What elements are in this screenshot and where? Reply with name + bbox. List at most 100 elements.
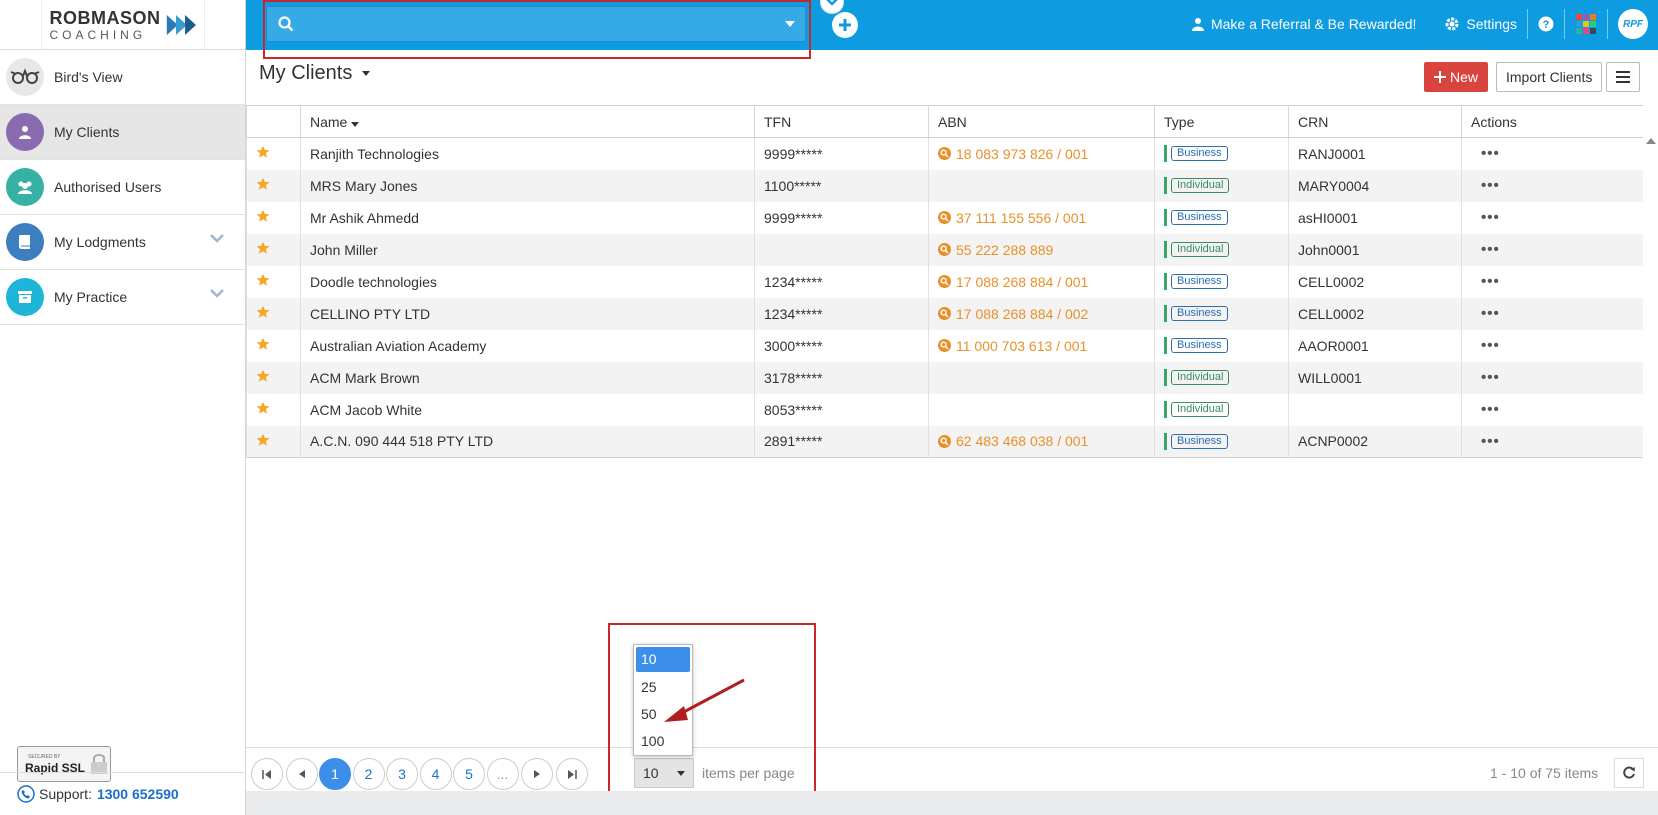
abn-lookup-link[interactable]: 17 088 268 884 / 002 <box>938 306 1154 322</box>
favorite-cell[interactable] <box>246 233 301 266</box>
client-name-cell[interactable]: Australian Aviation Academy <box>300 329 755 362</box>
more-actions-icon[interactable]: ••• <box>1471 177 1500 194</box>
table-row[interactable]: Mr Ashik Ahmedd 9999***** 37 111 155 556… <box>246 201 1643 234</box>
star-icon[interactable] <box>256 209 270 223</box>
client-search-select[interactable] <box>266 6 806 42</box>
search-input[interactable] <box>302 9 785 39</box>
chevron-down-icon[interactable] <box>209 288 225 298</box>
star-icon[interactable] <box>256 273 270 287</box>
more-actions-icon[interactable]: ••• <box>1471 273 1500 290</box>
name-column-header[interactable]: Name <box>300 105 755 138</box>
favorite-cell[interactable] <box>246 361 301 394</box>
items-per-page-select[interactable]: 10 <box>634 758 694 788</box>
abn-lookup-link[interactable]: 62 483 468 038 / 001 <box>938 433 1154 449</box>
more-actions-icon[interactable]: ••• <box>1471 241 1500 258</box>
star-icon[interactable] <box>256 337 270 351</box>
more-actions-icon[interactable]: ••• <box>1471 369 1500 386</box>
table-scrollbar[interactable] <box>1644 130 1658 790</box>
client-name-cell[interactable]: Doodle technologies <box>300 265 755 298</box>
settings-link[interactable]: Settings <box>1434 9 1527 39</box>
table-row[interactable]: CELLINO PTY LTD 1234***** 17 088 268 884… <box>246 297 1643 330</box>
table-row[interactable]: Doodle technologies 1234***** 17 088 268… <box>246 265 1643 298</box>
page-button[interactable]: 4 <box>419 758 452 790</box>
more-pages-button[interactable]: ... <box>486 758 519 790</box>
favorite-cell[interactable] <box>246 201 301 234</box>
client-name-cell[interactable]: ACM Mark Brown <box>300 361 755 394</box>
page-title[interactable]: My Clients <box>259 62 371 85</box>
table-row[interactable]: Australian Aviation Academy 3000***** 11… <box>246 329 1643 362</box>
favorite-cell[interactable] <box>246 297 301 330</box>
star-icon[interactable] <box>256 305 270 319</box>
table-row[interactable]: ACM Mark Brown 3178***** Individual WILL… <box>246 361 1643 394</box>
star-icon[interactable] <box>256 369 270 383</box>
favorite-cell[interactable] <box>246 265 301 298</box>
apps-button[interactable] <box>1565 9 1607 39</box>
prev-page-button[interactable] <box>286 758 318 790</box>
add-button[interactable] <box>832 12 858 38</box>
help-button[interactable]: ? <box>1528 9 1564 39</box>
more-actions-icon[interactable]: ••• <box>1471 145 1500 162</box>
last-page-button[interactable] <box>556 758 588 790</box>
referral-link[interactable]: Make a Referral & Be Rewarded! <box>1181 9 1426 39</box>
menu-button[interactable] <box>1606 62 1640 92</box>
client-name-cell[interactable]: ACM Jacob White <box>300 393 755 426</box>
page-button[interactable]: 2 <box>352 758 385 790</box>
star-icon[interactable] <box>256 401 270 415</box>
client-name-cell[interactable]: A.C.N. 090 444 518 PTY LTD <box>300 425 755 458</box>
abn-lookup-link[interactable]: 37 111 155 556 / 001 <box>938 210 1154 226</box>
star-icon[interactable] <box>256 145 270 159</box>
favorite-cell[interactable] <box>246 329 301 362</box>
abn-lookup-link[interactable]: 55 222 288 889 <box>938 242 1154 258</box>
page-button[interactable]: 1 <box>319 758 351 790</box>
table-row[interactable]: ACM Jacob White 8053***** Individual ••• <box>246 393 1643 426</box>
more-actions-icon[interactable]: ••• <box>1471 433 1500 450</box>
more-actions-icon[interactable]: ••• <box>1471 337 1500 354</box>
page-button[interactable]: 3 <box>386 758 418 790</box>
chevron-down-icon[interactable] <box>209 233 225 243</box>
caret-down-icon[interactable] <box>785 21 795 27</box>
first-page-button[interactable] <box>251 758 283 790</box>
abn-lookup-link[interactable]: 17 088 268 884 / 001 <box>938 274 1154 290</box>
star-icon[interactable] <box>256 241 270 255</box>
refresh-button[interactable] <box>1614 758 1644 788</box>
table-row[interactable]: A.C.N. 090 444 518 PTY LTD 2891***** 62 … <box>246 425 1643 458</box>
favorite-cell[interactable] <box>246 393 301 426</box>
crn-column-header[interactable]: CRN <box>1288 105 1462 138</box>
sidebar-item-my-lodgments[interactable]: My Lodgments <box>0 215 245 270</box>
sidebar-item-authorised-users[interactable]: Authorised Users <box>0 160 245 215</box>
per-page-option[interactable]: 10 <box>636 647 690 672</box>
more-actions-icon[interactable]: ••• <box>1471 401 1500 418</box>
new-client-button[interactable]: New <box>1424 62 1489 92</box>
sidebar-item-my-clients[interactable]: My Clients <box>0 105 245 160</box>
table-row[interactable]: MRS Mary Jones 1100***** Individual MARY… <box>246 169 1643 202</box>
more-actions-icon[interactable]: ••• <box>1471 305 1500 322</box>
table-row[interactable]: Ranjith Technologies 9999***** 18 083 97… <box>246 137 1643 170</box>
support-number[interactable]: 1300 652590 <box>97 786 179 802</box>
next-page-button[interactable] <box>521 758 553 790</box>
more-actions-icon[interactable]: ••• <box>1471 209 1500 226</box>
table-row[interactable]: John Miller 55 222 288 889 Individual Jo… <box>246 233 1643 266</box>
client-name-cell[interactable]: Ranjith Technologies <box>300 137 755 170</box>
client-name-cell[interactable]: CELLINO PTY LTD <box>300 297 755 330</box>
scroll-up-icon[interactable] <box>1646 138 1656 144</box>
abn-column-header[interactable]: ABN <box>928 105 1155 138</box>
abn-lookup-link[interactable]: 18 083 973 826 / 001 <box>938 146 1154 162</box>
client-name-cell[interactable]: Mr Ashik Ahmedd <box>300 201 755 234</box>
favorite-cell[interactable] <box>246 425 301 458</box>
per-page-option[interactable]: 100 <box>634 728 692 755</box>
brand-avatar[interactable]: RPF <box>1618 9 1648 39</box>
logo[interactable]: ROBMASON COACHING <box>40 0 205 50</box>
abn-lookup-link[interactable]: 11 000 703 613 / 001 <box>938 338 1154 354</box>
star-icon[interactable] <box>256 433 270 447</box>
tfn-column-header[interactable]: TFN <box>754 105 929 138</box>
favorite-cell[interactable] <box>246 137 301 170</box>
favorite-cell[interactable] <box>246 169 301 202</box>
import-clients-button[interactable]: Import Clients <box>1496 62 1603 92</box>
sidebar-item-my-practice[interactable]: My Practice <box>0 270 245 325</box>
client-name-cell[interactable]: MRS Mary Jones <box>300 169 755 202</box>
client-name-cell[interactable]: John Miller <box>300 233 755 266</box>
sidebar-item-birds-view[interactable]: Bird's View <box>0 50 245 105</box>
type-column-header[interactable]: Type <box>1154 105 1289 138</box>
page-button[interactable]: 5 <box>453 758 485 790</box>
star-icon[interactable] <box>256 177 270 191</box>
